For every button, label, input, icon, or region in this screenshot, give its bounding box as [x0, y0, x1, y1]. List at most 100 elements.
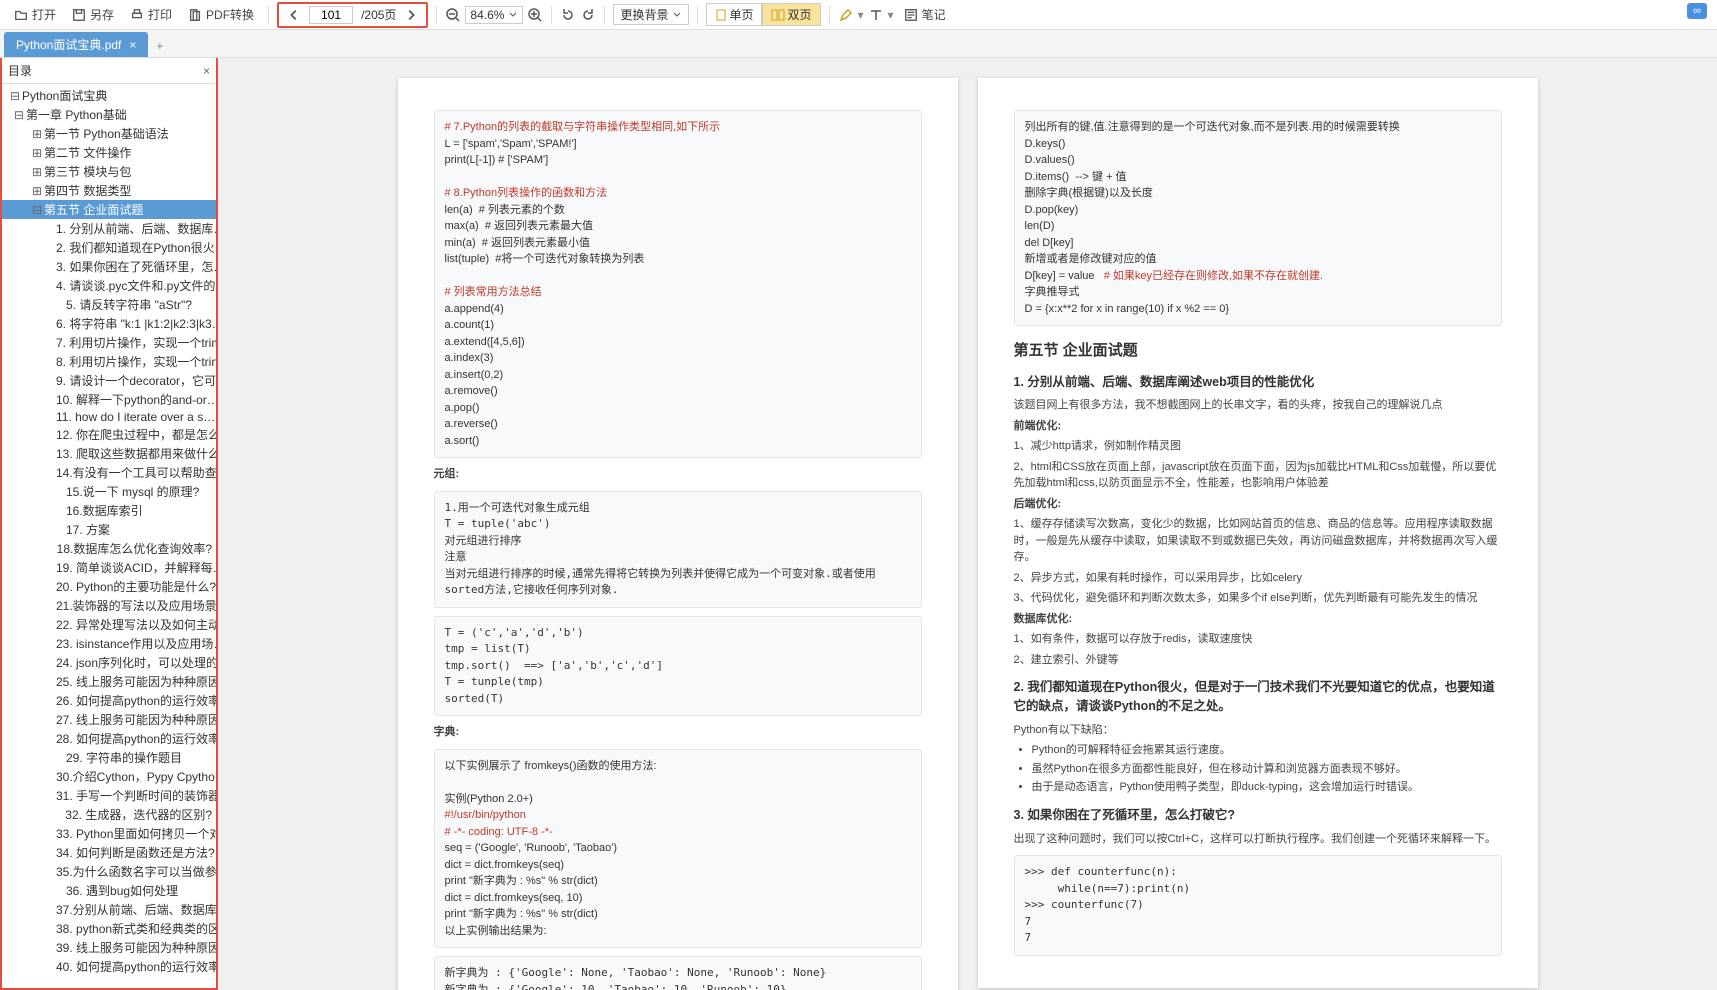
toc-item[interactable]: 26. 如何提高python的运行效率…: [2, 691, 216, 710]
toc-item[interactable]: 29. 字符串的操作题目: [2, 748, 216, 767]
toc-item[interactable]: 21.装饰器的写法以及应用场景…: [2, 596, 216, 615]
prev-page-icon[interactable]: [287, 8, 301, 22]
chevron-down-icon: [672, 10, 682, 20]
list-item: 虽然Python在很多方面都性能良好，但在移动计算和浏览器方面表现不够好。: [1032, 761, 1502, 778]
toc-item[interactable]: 38. python新式类和经典类的区…: [2, 919, 216, 938]
paragraph: 该题目网上有很多方法，我不想截图网上的长串文字，看的头疼，按我自己的理解说几点: [1014, 397, 1502, 414]
section-label: 字典:: [434, 724, 922, 741]
pdfconv-button[interactable]: PDF转换: [182, 3, 260, 26]
toc-item[interactable]: 11. how do I iterate over a s…: [2, 409, 216, 425]
code-block: 新字典为 : {'Google': None, 'Taobao': None, …: [434, 956, 922, 990]
highlight-icon[interactable]: [838, 7, 854, 23]
paragraph: 1、减少http请求，例如制作精灵图: [1014, 438, 1502, 455]
zoom-in-icon[interactable]: [527, 7, 543, 23]
toc-item[interactable]: 6. 将字符串 "k:1 |k1:2|k2:3|k3…: [2, 314, 216, 333]
sub-heading: 数据库优化:: [1014, 611, 1502, 628]
single-page-button[interactable]: 单页: [706, 3, 762, 26]
toc-item[interactable]: 7. 利用切片操作，实现一个trim…: [2, 333, 216, 352]
document-area[interactable]: # 7.Python的列表的截取与字符串操作类型相同,如下所示 L = ['sp…: [218, 58, 1717, 990]
toc-item[interactable]: 35.为什么函数名字可以当做参…: [2, 862, 216, 881]
toc-item[interactable]: 36. 遇到bug如何处理: [2, 881, 216, 900]
code-block: >>> def counterfunc(n): while(n==7):prin…: [1014, 855, 1502, 956]
toc-item[interactable]: 33. Python里面如何拷贝一个对…: [2, 824, 216, 843]
toc-item[interactable]: 19. 简单谈谈ACID，并解释每…: [2, 558, 216, 577]
paragraph: 2、html和CSS放在页面上部，javascript放在页面下面，因为js加载…: [1014, 459, 1502, 492]
toc-item[interactable]: 27. 线上服务可能因为种种原因…: [2, 710, 216, 729]
rotate-left-icon[interactable]: [560, 7, 576, 23]
toc-item[interactable]: 15.说一下 mysql 的原理?: [2, 482, 216, 501]
text-tool-icon[interactable]: [868, 7, 884, 23]
sub-heading: 后端优化:: [1014, 496, 1502, 513]
toc-tree[interactable]: ⊟Python面试宝典⊟第一章 Python基础⊞第一节 Python基础语法⊞…: [2, 84, 216, 988]
question-heading: 3. 如果你困在了死循环里，怎么打破它?: [1014, 806, 1502, 825]
toc-item[interactable]: ⊟第一章 Python基础: [2, 105, 216, 124]
paragraph: Python有以下缺陷：: [1014, 722, 1502, 739]
toc-item[interactable]: 34. 如何判断是函数还是方法?…: [2, 843, 216, 862]
zoom-out-icon[interactable]: [445, 7, 461, 23]
toc-item[interactable]: 31. 手写一个判断时间的装饰器…: [2, 786, 216, 805]
toc-item[interactable]: ⊞第四节 数据类型: [2, 181, 216, 200]
toc-item[interactable]: 5. 请反转字符串 "aStr"?: [2, 295, 216, 314]
paragraph: 2、异步方式，如果有耗时操作，可以采用异步，比如celery: [1014, 570, 1502, 587]
toc-item[interactable]: 22. 异常处理写法以及如何主动…: [2, 615, 216, 634]
open-button[interactable]: 打开: [8, 3, 62, 26]
toc-item[interactable]: 12. 你在爬虫过程中，都是怎么…: [2, 425, 216, 444]
sub-heading: 前端优化:: [1014, 418, 1502, 435]
toc-item[interactable]: 14.有没有一个工具可以帮助查…: [2, 463, 216, 482]
toc-item[interactable]: ⊞第一节 Python基础语法: [2, 124, 216, 143]
page-right: 列出所有的键,值.注意得到的是一个可迭代对象,而不是列表.用的时候需要转换 D.…: [978, 78, 1538, 988]
toc-item[interactable]: 10. 解释一下python的and-or…: [2, 390, 216, 409]
toc-item[interactable]: ⊞第二节 文件操作: [2, 143, 216, 162]
toc-item[interactable]: 39. 线上服务可能因为种种原因…: [2, 938, 216, 957]
toc-item[interactable]: 32. 生成器，迭代器的区别?: [2, 805, 216, 824]
toc-item[interactable]: 24. json序列化时，可以处理的…: [2, 653, 216, 672]
saveas-button[interactable]: 另存: [66, 3, 120, 26]
toc-item[interactable]: 1. 分别从前端、后端、数据库…: [2, 219, 216, 238]
toc-item[interactable]: 30.介绍Cython，Pypy Cpytho…: [2, 767, 216, 786]
doc-tab[interactable]: Python面试宝典.pdf ×: [4, 32, 148, 57]
note-button[interactable]: 笔记: [898, 3, 952, 26]
toc-item[interactable]: 13. 爬取这些数据都用来做什么…: [2, 444, 216, 463]
toc-item[interactable]: 4. 请谈谈.pyc文件和.py文件的…: [2, 276, 216, 295]
code-block: T = ('c','a','d','b') tmp = list(T) tmp.…: [434, 616, 922, 717]
page-nav: /205页: [277, 2, 428, 28]
toc-item[interactable]: 3. 如果你困在了死循环里，怎…: [2, 257, 216, 276]
page-input[interactable]: [309, 6, 353, 24]
next-page-icon[interactable]: [404, 8, 418, 22]
toc-item[interactable]: 28. 如何提高python的运行效率…: [2, 729, 216, 748]
toc-item[interactable]: 25. 线上服务可能因为种种原因…: [2, 672, 216, 691]
toc-item[interactable]: 20. Python的主要功能是什么?…: [2, 577, 216, 596]
close-icon[interactable]: ×: [129, 38, 136, 52]
list-item: Python的可解释特征会拖累其运行速度。: [1032, 742, 1502, 759]
sidebar-close-icon[interactable]: ×: [203, 64, 210, 78]
toc-item[interactable]: 18.数据库怎么优化查询效率?: [2, 539, 216, 558]
list-item: 由于是动态语言，Python使用鸭子类型，即duck-typing，这会增加运行…: [1032, 779, 1502, 796]
tab-bar: Python面试宝典.pdf × +: [0, 30, 1717, 58]
rotate-right-icon[interactable]: [580, 7, 596, 23]
sidebar: 目录 × ⊟Python面试宝典⊟第一章 Python基础⊞第一节 Python…: [0, 58, 218, 990]
double-page-button[interactable]: 双页: [762, 3, 820, 26]
ai-badge[interactable]: ∞: [1687, 3, 1707, 19]
add-tab-button[interactable]: +: [148, 35, 171, 57]
toc-item[interactable]: 8. 利用切片操作，实现一个trin…: [2, 352, 216, 371]
toc-item[interactable]: ⊟Python面试宝典: [2, 86, 216, 105]
bullet-list: Python的可解释特征会拖累其运行速度。虽然Python在很多方面都性能良好，…: [1032, 742, 1502, 796]
toc-item[interactable]: 40. 如何提高python的运行效率…: [2, 957, 216, 976]
toc-item[interactable]: 23. isinstance作用以及应用场…: [2, 634, 216, 653]
bg-select[interactable]: 更换背景: [613, 4, 689, 25]
page-left: # 7.Python的列表的截取与字符串操作类型相同,如下所示 L = ['sp…: [398, 78, 958, 990]
toc-item[interactable]: ⊟第五节 企业面试题: [2, 200, 216, 219]
toc-item[interactable]: 9. 请设计一个decorator，它可…: [2, 371, 216, 390]
zoom-select[interactable]: 84.6%: [465, 6, 523, 24]
toc-item[interactable]: 37.分别从前端、后端、数据库…: [2, 900, 216, 919]
toc-item[interactable]: 16.数据库索引: [2, 501, 216, 520]
toc-item[interactable]: 17. 方案: [2, 520, 216, 539]
main-toolbar: 打开 另存 打印 PDF转换 /205页 84.6% 更换背景 单页 双页 ▾ …: [0, 0, 1717, 30]
code-block: # 7.Python的列表的截取与字符串操作类型相同,如下所示 L = ['sp…: [434, 110, 922, 458]
single-page-icon: [715, 9, 727, 21]
section-label: 元组:: [434, 466, 922, 483]
toc-item[interactable]: 2. 我们都知道现在Python很火…: [2, 238, 216, 257]
question-heading: 2. 我们都知道现在Python很火，但是对于一门技术我们不光要知道它的优点，也…: [1014, 678, 1502, 716]
print-button[interactable]: 打印: [124, 3, 178, 26]
toc-item[interactable]: ⊞第三节 模块与包: [2, 162, 216, 181]
